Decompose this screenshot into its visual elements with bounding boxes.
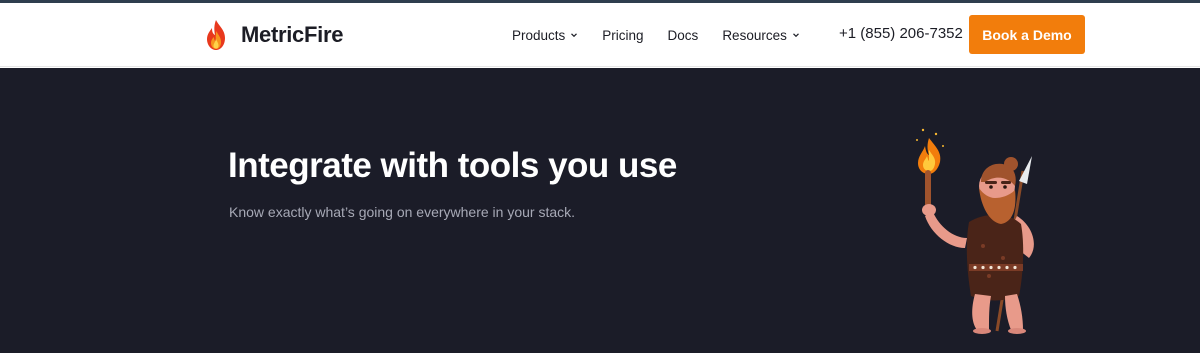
chevron-down-icon [571,33,578,38]
chevron-down-icon [792,33,799,38]
brand-name: MetricFire [241,22,344,47]
nav-item-label: Resources [722,27,787,43]
brand-logo-link[interactable]: MetricFire [204,17,343,53]
hero-section: Integrate with tools you use Know exactl… [0,68,1200,353]
caveman-illustration [916,128,1034,334]
nav-item-resources[interactable]: Resources [722,28,800,43]
phone-link[interactable]: +1 (855) 206-7352 [839,25,963,42]
main-nav: Products Pricing Docs Resources [512,25,800,45]
nav-item-label: Pricing [602,27,644,43]
book-demo-button[interactable]: Book a Demo [969,15,1085,54]
nav-item-pricing[interactable]: Pricing [602,28,643,43]
nav-item-products[interactable]: Products [512,28,578,43]
hero-subtitle: Know exactly what’s going on everywhere … [229,204,576,220]
hero-title: Integrate with tools you use [228,146,677,185]
nav-item-docs[interactable]: Docs [668,28,699,43]
flame-icon [207,20,225,50]
nav-item-label: Docs [667,27,699,43]
navbar: MetricFire Products Pricing Docs Resourc… [0,3,1200,67]
nav-item-label: Products [512,27,566,43]
